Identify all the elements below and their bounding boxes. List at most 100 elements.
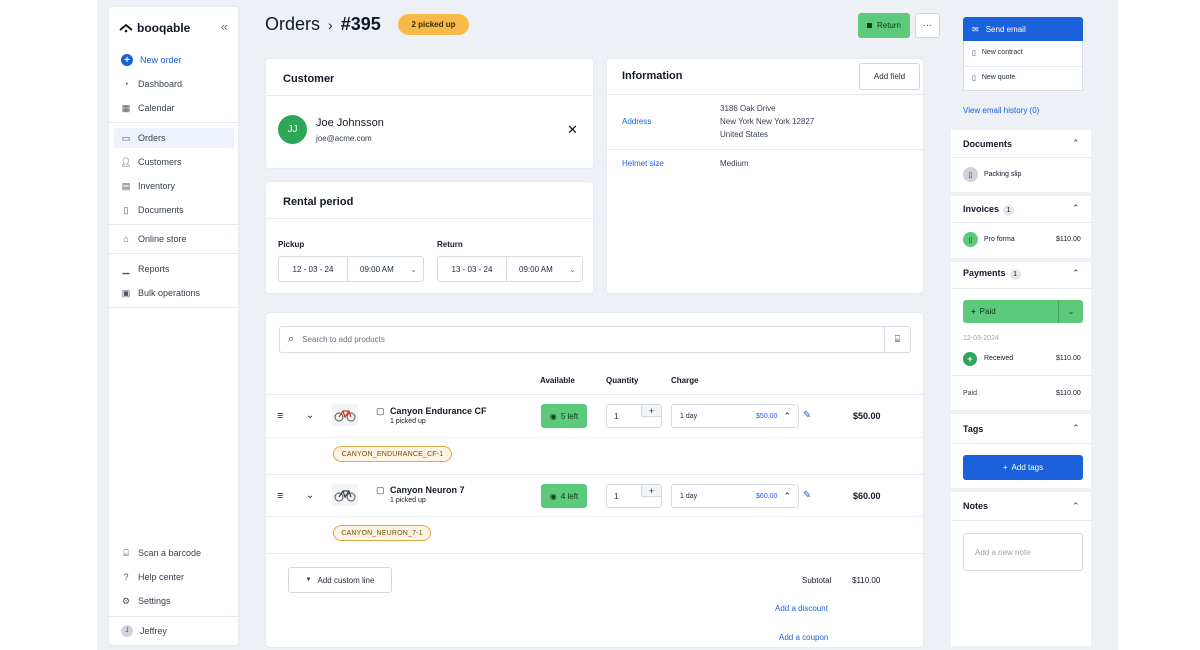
increment-icon[interactable]: + [641, 405, 661, 417]
drag-handle-icon[interactable]: ≡ [277, 490, 283, 502]
more-options-button[interactable]: ··· [915, 13, 940, 38]
sidebar-item-reports[interactable]: ▁ Reports [109, 259, 240, 279]
divider [951, 443, 1091, 444]
documents-icon: ▯ [123, 204, 129, 215]
sidebar-item-orders[interactable]: ▭ Orders [114, 128, 234, 148]
sidebar-divider [109, 224, 240, 225]
divider [266, 218, 593, 219]
chevron-down-icon[interactable]: ⌄ [306, 490, 314, 501]
pickup-time-select[interactable]: 09:00 AM ⌄ [348, 265, 423, 274]
sidebar-item-documents[interactable]: ▯ Documents [109, 200, 240, 220]
address-line1: 3186 Oak Drive [720, 104, 776, 113]
store-icon: ⌂ [123, 234, 129, 244]
avatar: J [121, 625, 133, 637]
sidebar-item-label: Inventory [138, 181, 176, 191]
mail-icon: ✉ [972, 24, 979, 34]
return-field: 13 - 03 - 24 09:00 AM ⌄ [437, 256, 583, 282]
quantity-stepper[interactable]: 1 + [606, 404, 662, 428]
reports-icon: ▁ [122, 263, 130, 274]
column-quantity: Quantity [606, 376, 639, 385]
chevron-up-icon[interactable]: ⌃ [1072, 268, 1080, 279]
chevron-up-icon[interactable]: ⌃ [1072, 138, 1080, 149]
edit-icon[interactable]: ✎ [803, 490, 811, 501]
item-tag[interactable]: CANYON_ENDURANCE_CF-1 [333, 446, 452, 462]
sidebar-item-inventory[interactable]: ▤ Inventory [109, 176, 240, 196]
note-input[interactable]: Add a new note [963, 533, 1083, 571]
logo-icon [119, 23, 133, 33]
orders-icon: ▭ [121, 132, 131, 143]
send-email-button[interactable]: ✉ Send email [963, 17, 1083, 41]
divider [266, 437, 923, 438]
sidebar-item-label: Reports [138, 264, 170, 274]
return-time-select[interactable]: 09:00 AM ⌄ [507, 265, 582, 274]
sidebar-divider [109, 307, 240, 308]
user-menu[interactable]: J Jeffrey [109, 621, 240, 641]
barcode-scan-icon[interactable]: ⌸ [884, 327, 910, 352]
products-card [265, 312, 924, 648]
search-input[interactable]: Search to add products [302, 335, 884, 344]
plus-icon: + [121, 54, 133, 66]
divider [266, 474, 923, 475]
charge-select[interactable]: 1 day $60.00 ⌃ [671, 484, 799, 508]
address-label[interactable]: Address [622, 117, 651, 126]
paid-label: Paid [979, 307, 996, 316]
paid-total-amount: $110.00 [1056, 390, 1081, 397]
sidebar-item-customers[interactable]: 👤︎ Customers [109, 152, 240, 172]
increment-icon[interactable]: + [641, 485, 661, 497]
availability-value: 4 left [560, 491, 579, 501]
new-order-button[interactable]: + New order [109, 50, 240, 70]
barcode-icon: ⌸ [123, 547, 129, 558]
sidebar-divider [109, 616, 240, 617]
sidebar-item-online-store[interactable]: ⌂ Online store [109, 229, 240, 249]
product-name[interactable]: Canyon Neuron 7 [390, 485, 465, 495]
chevron-up-icon[interactable]: ⌃ [1072, 501, 1080, 512]
add-discount-link[interactable]: Add a discount [775, 604, 828, 613]
charge-select[interactable]: 1 day $50.00 ⌃ [671, 404, 799, 428]
chevron-up-icon[interactable]: ⌃ [1072, 203, 1080, 214]
column-charge: Charge [671, 376, 699, 385]
logo[interactable]: booqable [119, 21, 190, 35]
new-contract-item[interactable]: ▯ New contract [972, 49, 1023, 57]
sidebar-item-bulk-operations[interactable]: ▣ Bulk operations [109, 283, 240, 303]
add-custom-line-button[interactable]: ▼ Add custom line [288, 567, 392, 593]
helmet-size-label[interactable]: Helmet size [622, 159, 664, 168]
add-coupon-link[interactable]: Add a coupon [779, 633, 828, 642]
invoice-name[interactable]: Pro forma [984, 236, 1015, 243]
chevron-right-icon: › [328, 16, 333, 33]
item-tag[interactable]: CANYON_NEURON_7-1 [333, 525, 431, 541]
add-tags-button[interactable]: + Add tags [963, 455, 1083, 480]
divider [266, 553, 923, 554]
chevron-down-icon[interactable]: ⌄ [306, 410, 314, 421]
sidebar-item-label: Dashboard [138, 79, 183, 89]
sidebar-item-help-center[interactable]: ? Help center [109, 567, 240, 587]
return-date-input[interactable]: 13 - 03 - 24 [438, 257, 507, 281]
customer-name[interactable]: Joe Johnsson [316, 117, 384, 129]
add-field-button[interactable]: Add field [859, 63, 920, 90]
quantity-stepper[interactable]: 1 + [606, 484, 662, 508]
received-icon: + [963, 352, 977, 366]
pickup-date-input[interactable]: 12 - 03 - 24 [279, 257, 348, 281]
drag-handle-icon[interactable]: ≡ [277, 410, 283, 422]
sidebar-item-scan-barcode[interactable]: ⌸ Scan a barcode [109, 543, 240, 563]
status-badge: 2 picked up [398, 14, 469, 35]
product-name[interactable]: Canyon Endurance CF [390, 406, 487, 416]
pickup-time-value: 09:00 AM [360, 264, 394, 274]
sidebar-item-calendar[interactable]: ▦ Calendar [109, 98, 240, 118]
breadcrumb[interactable]: Orders [265, 14, 320, 35]
paid-button[interactable]: + Paid [963, 300, 1059, 323]
close-icon[interactable]: ✕ [567, 122, 578, 138]
paid-dropdown-icon[interactable]: ⌄ [1059, 300, 1083, 323]
product-status: 1 picked up [390, 418, 426, 425]
edit-icon[interactable]: ✎ [803, 410, 811, 421]
divider [951, 520, 1091, 521]
page-title: Orders › #395 [265, 14, 381, 35]
email-history-link[interactable]: View email history (0) [963, 106, 1039, 115]
new-quote-item[interactable]: ▯ New quote [972, 74, 1015, 82]
return-button[interactable]: Return [858, 13, 910, 38]
help-icon: ? [123, 572, 129, 582]
sidebar-item-dashboard[interactable]: ◔ Dashboard [109, 74, 240, 94]
sidebar-item-settings[interactable]: ⚙ Settings [109, 591, 240, 611]
packing-slip-link[interactable]: Packing slip [984, 171, 1021, 178]
collapse-sidebar-icon[interactable]: « [221, 19, 228, 34]
chevron-up-icon[interactable]: ⌃ [1072, 423, 1080, 434]
